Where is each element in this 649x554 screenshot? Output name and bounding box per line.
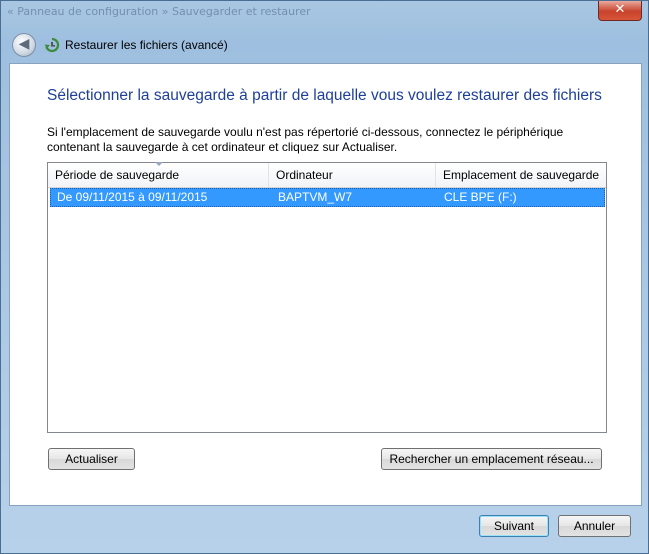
page-heading: Sélectionner la sauvegarde à partir de l… (47, 87, 602, 104)
close-button[interactable]: ✕ (598, 1, 642, 21)
column-header-period[interactable]: Période de sauvegarde (48, 162, 269, 187)
table-row[interactable]: De 09/11/2015 à 09/11/2015 BAPTVM_W7 CLE… (50, 188, 605, 207)
column-header-computer[interactable]: Ordinateur (269, 163, 436, 187)
column-header-location[interactable]: Emplacement de sauvegarde (436, 163, 606, 187)
list-header: Période de sauvegarde Ordinateur Emplace… (48, 162, 606, 188)
cancel-button[interactable]: Annuler (558, 515, 631, 537)
page-description: Si l'emplacement de sauvegarde voulu n'e… (47, 125, 607, 155)
cell-computer: BAPTVM_W7 (278, 190, 353, 204)
content-panel: Sélectionner la sauvegarde à partir de l… (9, 63, 642, 506)
cell-period: De 09/11/2015 à 09/11/2015 (57, 190, 208, 204)
back-button[interactable]: ◀ (12, 33, 36, 57)
restore-icon (44, 37, 60, 53)
description-line-2: contenant la sauvegarde à cet ordinateur… (47, 140, 398, 154)
column-header-location-label: Emplacement de sauvegarde (443, 168, 600, 182)
browse-network-button[interactable]: Rechercher un emplacement réseau... (381, 448, 602, 470)
restore-files-window: « Panneau de configuration » Sauvegarder… (0, 0, 649, 554)
description-line-1: Si l'emplacement de sauvegarde voulu n'e… (47, 125, 564, 139)
window-breadcrumb: « Panneau de configuration » Sauvegarder… (7, 5, 311, 18)
sort-arrow-icon (155, 162, 163, 166)
refresh-button[interactable]: Actualiser (48, 448, 135, 470)
window-title: Restaurer les fichiers (avancé) (65, 38, 228, 52)
backup-list[interactable]: Période de sauvegarde Ordinateur Emplace… (47, 162, 607, 433)
column-header-period-label: Période de sauvegarde (55, 168, 180, 182)
column-header-computer-label: Ordinateur (276, 168, 333, 182)
navigation-bar: ◀ Restaurer les fichiers (avancé) (7, 29, 642, 63)
next-button[interactable]: Suivant (479, 515, 549, 537)
cell-location: CLE BPE (F:) (444, 190, 517, 204)
